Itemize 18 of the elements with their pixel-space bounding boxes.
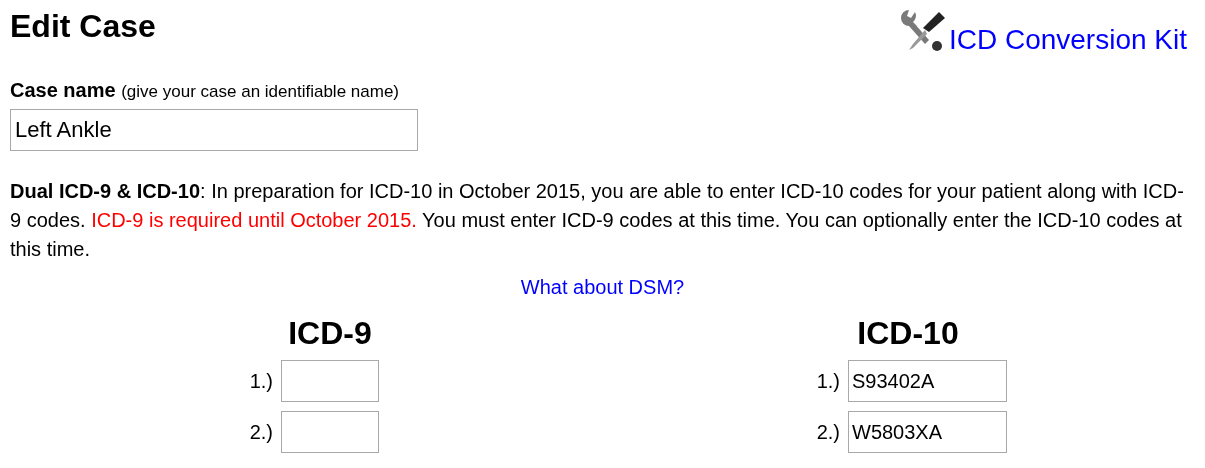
row-number: 2.): [816, 420, 840, 445]
row-number: 2.): [249, 420, 273, 445]
tools-icon: [898, 10, 947, 54]
case-name-field[interactable]: Left Ankle: [10, 109, 418, 151]
row-number: 1.): [249, 369, 273, 394]
page-title: Edit Case: [10, 7, 156, 42]
column-heading: ICD-9: [287, 317, 373, 349]
dsm-link[interactable]: What about DSM?: [520, 275, 685, 299]
field-label: Case name: [10, 79, 116, 101]
code-field[interactable]: S93402A: [848, 360, 1007, 402]
conversion-kit-link[interactable]: ICD Conversion Kit: [898, 0, 1195, 56]
column-heading: ICD-10: [856, 317, 960, 349]
notice-paragraph: Dual ICD-9 & ICD-10: In preparation for ICD-10 in October 2015, you are able to enter ICD-10 codes for your patient along with ICD-9 codes. ICD-9 is required until October 2015. You must enter ICD-9 codes at this time. You can optionally enter the ICD-10 codes at this time.: [10, 179, 1185, 262]
code-field[interactable]: [281, 411, 379, 453]
code-field[interactable]: W5803XA: [848, 411, 1007, 453]
field-hint: (give your case an identifiable name): [121, 82, 399, 101]
code-field[interactable]: [281, 360, 379, 402]
row-number: 1.): [816, 369, 840, 394]
